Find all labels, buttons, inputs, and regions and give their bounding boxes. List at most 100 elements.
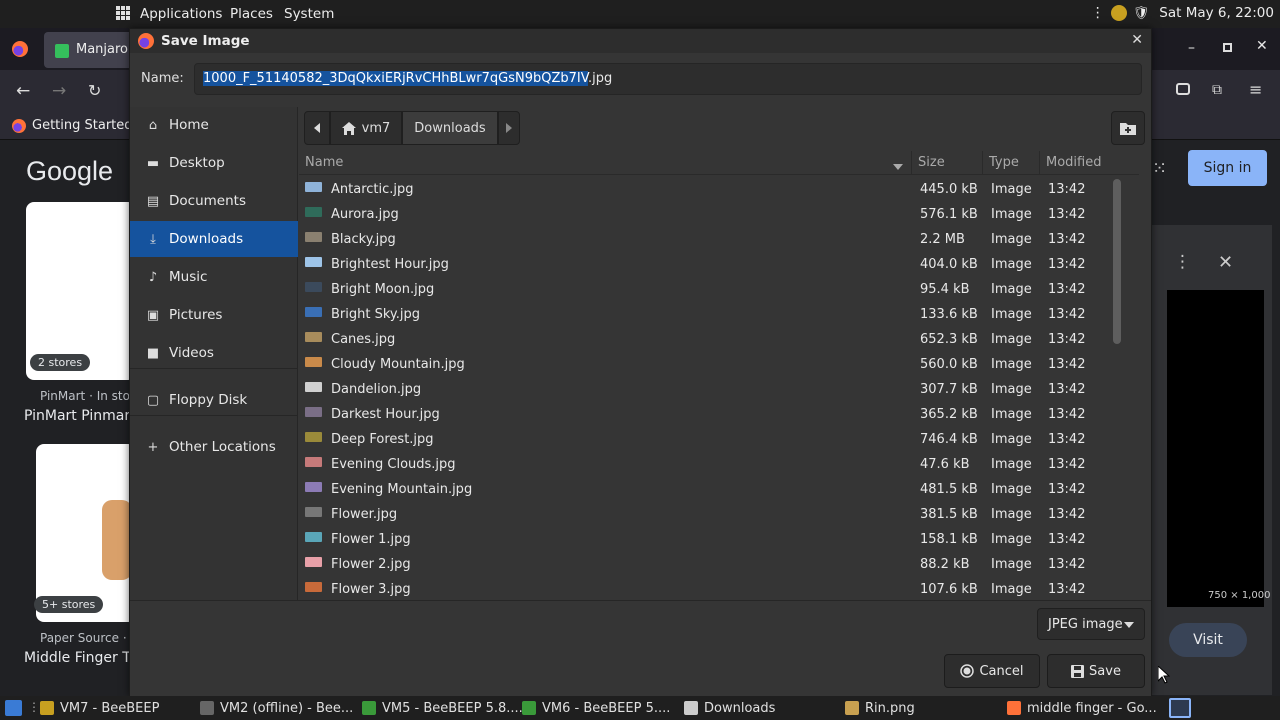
file-row[interactable]: Canes.jpg 652.3 kB Image 13:42 — [299, 328, 1139, 353]
places-menu[interactable]: Places — [230, 6, 273, 22]
product-title[interactable]: Middle Finger Ti — [24, 650, 134, 666]
extensions-icon[interactable]: ⧉ — [1212, 82, 1222, 98]
bee-icon[interactable] — [1110, 5, 1127, 21]
reload-icon[interactable]: ↻ — [88, 81, 101, 100]
product-source[interactable]: Paper Source · I — [40, 631, 134, 645]
sidebar-item-home[interactable]: ⌂ Home — [130, 107, 298, 143]
file-row[interactable]: Bright Sky.jpg 133.6 kB Image 13:42 — [299, 303, 1139, 328]
file-name: Aurora.jpg — [331, 207, 399, 222]
image-thumbnail-icon — [305, 457, 322, 467]
app-icon — [522, 701, 536, 715]
sidebar-item-label: Other Locations — [169, 439, 276, 455]
path-segment-home[interactable]: vm7 — [330, 111, 402, 145]
bookmark-getting-started[interactable]: Getting Started — [32, 118, 133, 133]
dialog-titlebar[interactable]: Save Image ✕ — [130, 29, 1151, 53]
path-segment-downloads[interactable]: Downloads — [402, 111, 498, 145]
file-type: Image — [991, 532, 1032, 547]
image-thumbnail-icon — [305, 257, 322, 267]
menu-icon[interactable]: ≡ — [1249, 80, 1262, 99]
file-row[interactable]: Evening Clouds.jpg 47.6 kB Image 13:42 — [299, 453, 1139, 478]
taskbar-item[interactable]: VM5 - BeeBEEP 5.8.... — [362, 696, 523, 720]
sidebar-item-documents[interactable]: ▤ Documents — [130, 183, 298, 219]
show-desktop-icon[interactable] — [5, 700, 22, 716]
file-row[interactable]: Flower 2.jpg 88.2 kB Image 13:42 — [299, 553, 1139, 578]
clock[interactable]: Sat May 6, 22:00 — [1159, 5, 1274, 21]
file-row[interactable]: Deep Forest.jpg 746.4 kB Image 13:42 — [299, 428, 1139, 453]
column-divider — [1039, 151, 1040, 175]
preview-image[interactable] — [1167, 290, 1264, 607]
sidebar-item-label: Desktop — [169, 155, 225, 171]
file-row[interactable]: Flower 1.jpg 158.1 kB Image 13:42 — [299, 528, 1139, 553]
applications-menu[interactable]: Applications — [140, 6, 222, 22]
file-row[interactable]: Evening Mountain.jpg 481.5 kB Image 13:42 — [299, 478, 1139, 503]
firefox-icon — [12, 119, 26, 133]
pocket-icon[interactable] — [1176, 83, 1190, 95]
sidebar-item-downloads[interactable]: ⤓ Downloads — [130, 221, 298, 257]
close-preview-icon[interactable]: ✕ — [1218, 252, 1233, 273]
kebab-icon[interactable]: ⋮ — [1091, 5, 1105, 21]
taskbar-item[interactable]: Rin.png — [845, 696, 915, 720]
column-type[interactable]: Type — [989, 155, 1019, 170]
file-type-select[interactable]: JPEG image — [1037, 608, 1145, 640]
close-icon[interactable]: ✕ — [1256, 38, 1268, 54]
file-row[interactable]: Blacky.jpg 2.2 MB Image 13:42 — [299, 228, 1139, 253]
file-list-scrollbar[interactable] — [1113, 179, 1121, 344]
sidebar-item-pictures[interactable]: ▣ Pictures — [130, 297, 298, 333]
more-options-icon[interactable]: ⋮ — [1174, 252, 1191, 272]
sidebar-item-other-locations[interactable]: + Other Locations — [130, 429, 298, 465]
product-source[interactable]: PinMart · In stoc — [40, 389, 137, 403]
system-menu[interactable]: System — [284, 6, 334, 22]
file-row[interactable]: Aurora.jpg 576.1 kB Image 13:42 — [299, 203, 1139, 228]
sign-in-button[interactable]: Sign in — [1188, 150, 1267, 186]
taskbar-item[interactable]: VM2 (offline) - Bee... — [200, 696, 353, 720]
forward-icon[interactable]: → — [52, 81, 66, 101]
file-list: Name Size Type Modified Antarctic.jpg 445… — [299, 151, 1139, 600]
file-row[interactable]: Cloudy Mountain.jpg 560.0 kB Image 13:42 — [299, 353, 1139, 378]
file-type: Image — [991, 432, 1032, 447]
visit-button[interactable]: Visit — [1169, 623, 1247, 657]
new-folder-button[interactable] — [1111, 111, 1145, 145]
new-folder-icon — [1120, 122, 1136, 135]
column-modified[interactable]: Modified — [1046, 155, 1101, 170]
apps-grid-icon[interactable] — [116, 6, 130, 20]
taskbar-item[interactable]: middle finger - Go... — [1007, 696, 1157, 720]
sort-arrow-icon[interactable] — [893, 159, 903, 174]
maximize-icon[interactable] — [1223, 43, 1232, 52]
file-row[interactable]: Brightest Hour.jpg 404.0 kB Image 13:42 — [299, 253, 1139, 278]
sidebar-item-music[interactable]: ♪ Music — [130, 259, 298, 295]
apps-icon[interactable]: ⁙ — [1152, 158, 1167, 179]
back-icon[interactable]: ← — [16, 81, 30, 101]
file-row[interactable]: Bright Moon.jpg 95.4 kB Image 13:42 — [299, 278, 1139, 303]
shield-icon[interactable]: 🛡 — [1133, 6, 1150, 21]
column-size[interactable]: Size — [918, 155, 945, 170]
path-forward-icon[interactable] — [498, 111, 520, 145]
sidebar-item-videos[interactable]: ■ Videos — [130, 335, 298, 371]
workspace-switcher-icon[interactable] — [1169, 698, 1191, 718]
taskbar-item[interactable]: Downloads — [684, 696, 775, 720]
sidebar-item-desktop[interactable]: ▬ Desktop — [130, 145, 298, 181]
file-row[interactable]: Antarctic.jpg 445.0 kB Image 13:42 — [299, 178, 1139, 203]
sidebar-item-label: Documents — [169, 193, 246, 209]
file-row[interactable]: Darkest Hour.jpg 365.2 kB Image 13:42 — [299, 403, 1139, 428]
column-name[interactable]: Name — [305, 155, 343, 170]
save-icon — [1071, 664, 1085, 678]
file-row[interactable]: Flower 3.jpg 107.6 kB Image 13:42 — [299, 578, 1139, 600]
taskbar-item[interactable]: VM6 - BeeBEEP 5.... — [522, 696, 670, 720]
file-row[interactable]: Flower.jpg 381.5 kB Image 13:42 — [299, 503, 1139, 528]
sidebar-item-floppy-disk[interactable]: ▢ Floppy Disk — [130, 382, 298, 418]
file-type: Image — [991, 257, 1032, 272]
file-row[interactable]: Dandelion.jpg 307.7 kB Image 13:42 — [299, 378, 1139, 403]
cancel-button[interactable]: Cancel — [944, 654, 1040, 688]
file-type: Image — [991, 207, 1032, 222]
dialog-close-icon[interactable]: ✕ — [1131, 32, 1143, 48]
product-title[interactable]: PinMart Pinmart' — [24, 408, 139, 424]
google-logo[interactable]: Google — [26, 156, 113, 187]
save-button[interactable]: Save — [1047, 654, 1145, 688]
filename-input[interactable]: 1000_F_51140582_3DqQkxiERjRvCHhBLwr7qGsN… — [194, 63, 1142, 95]
path-back-icon[interactable] — [304, 111, 330, 145]
taskbar-item[interactable]: VM7 - BeeBEEP — [40, 696, 159, 720]
file-type: Image — [991, 582, 1032, 597]
minimize-icon[interactable]: – — [1188, 40, 1195, 56]
filename-extension: .jpg — [587, 71, 613, 86]
file-type: Image — [991, 282, 1032, 297]
